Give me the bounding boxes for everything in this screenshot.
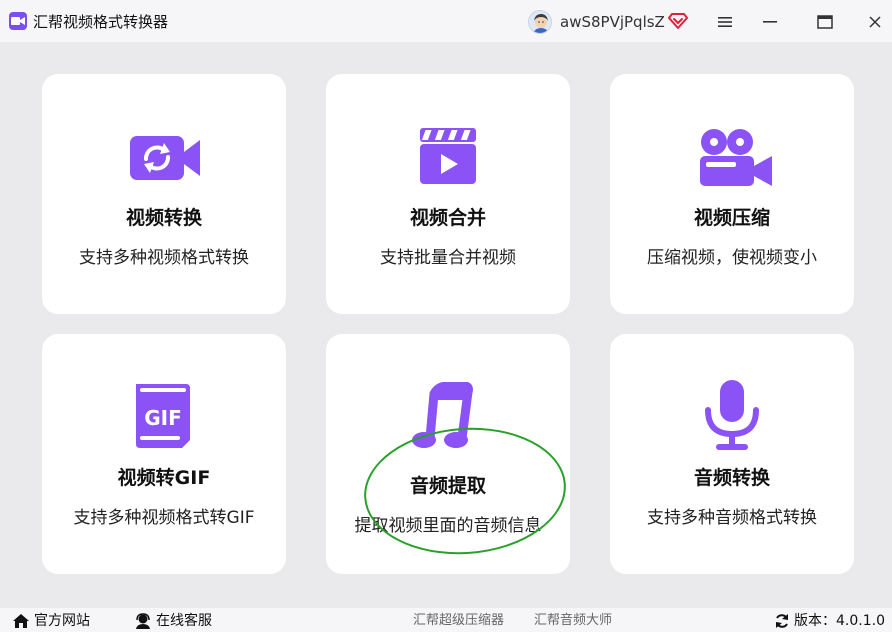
title-bar: 汇帮视频格式转换器 awS8PVjPqlsZ — [0, 0, 892, 42]
svg-text:GIF: GIF — [144, 406, 182, 430]
card-description: 支持批量合并视频 — [380, 248, 516, 268]
card-title: 音频提取 — [409, 475, 486, 497]
card-title: 视频转换 — [125, 207, 202, 229]
footer-bar: 官方网站 在线客服 汇帮超级压缩器 汇帮音频大师 版本：4.0.1.0 — [0, 608, 892, 632]
version-label: 版本：4.0.1.0 — [794, 613, 885, 629]
clapperboard-icon — [408, 126, 488, 190]
menu-button[interactable] — [710, 8, 740, 36]
card-description: 压缩视频，使视频变小 — [647, 248, 817, 268]
user-avatar[interactable] — [528, 10, 552, 34]
video-convert-icon — [124, 126, 204, 190]
card-video-merge[interactable]: 视频合并 支持批量合并视频 — [326, 74, 570, 314]
microphone-icon — [692, 378, 772, 452]
home-icon — [13, 614, 29, 628]
maximize-button[interactable] — [810, 8, 840, 36]
card-audio-convert[interactable]: 音频转换 支持多种音频格式转换 — [610, 334, 854, 574]
online-service-link[interactable]: 在线客服 — [134, 612, 212, 630]
maximize-icon — [817, 15, 833, 29]
product-link-audio-master[interactable]: 汇帮音频大师 — [534, 612, 612, 630]
refresh-icon — [776, 614, 788, 628]
app-logo-icon — [9, 12, 27, 30]
hamburger-icon — [718, 17, 732, 27]
version-info[interactable]: 版本：4.0.1.0 — [774, 612, 885, 630]
vip-diamond-icon[interactable] — [668, 12, 688, 30]
official-site-link[interactable]: 官方网站 — [12, 612, 90, 630]
card-title: 视频转GIF — [117, 467, 211, 489]
minimize-icon — [763, 21, 777, 23]
close-button[interactable] — [860, 8, 890, 36]
card-description: 提取视频里面的音频信息 — [354, 516, 542, 536]
card-description: 支持多种视频格式转换 — [79, 248, 249, 268]
gif-file-icon: GIF — [124, 380, 204, 450]
card-title: 视频合并 — [409, 207, 486, 229]
card-video-convert[interactable]: 视频转换 支持多种视频格式转换 — [42, 74, 286, 314]
card-video-to-gif[interactable]: GIF 视频转GIF 支持多种视频格式转GIF — [42, 334, 286, 574]
card-audio-extract[interactable]: 音频提取 提取视频里面的音频信息 — [326, 334, 570, 574]
card-video-compress[interactable]: 视频压缩 压缩视频，使视频变小 — [610, 74, 854, 314]
official-site-label: 官方网站 — [34, 613, 90, 629]
card-title: 音频转换 — [693, 467, 770, 489]
online-service-label: 在线客服 — [156, 613, 212, 629]
username[interactable]: awS8PVjPqlsZ — [560, 12, 665, 32]
close-icon — [869, 16, 881, 28]
music-note-icon — [408, 381, 488, 452]
customer-service-icon — [136, 613, 150, 629]
card-description: 支持多种音频格式转换 — [647, 508, 817, 528]
card-description: 支持多种视频格式转GIF — [73, 508, 255, 528]
video-camera-icon — [692, 126, 772, 190]
product-link-compressor[interactable]: 汇帮超级压缩器 — [413, 612, 504, 630]
card-title: 视频压缩 — [693, 207, 770, 229]
minimize-button[interactable] — [755, 8, 785, 36]
app-title: 汇帮视频格式转换器 — [33, 13, 169, 31]
